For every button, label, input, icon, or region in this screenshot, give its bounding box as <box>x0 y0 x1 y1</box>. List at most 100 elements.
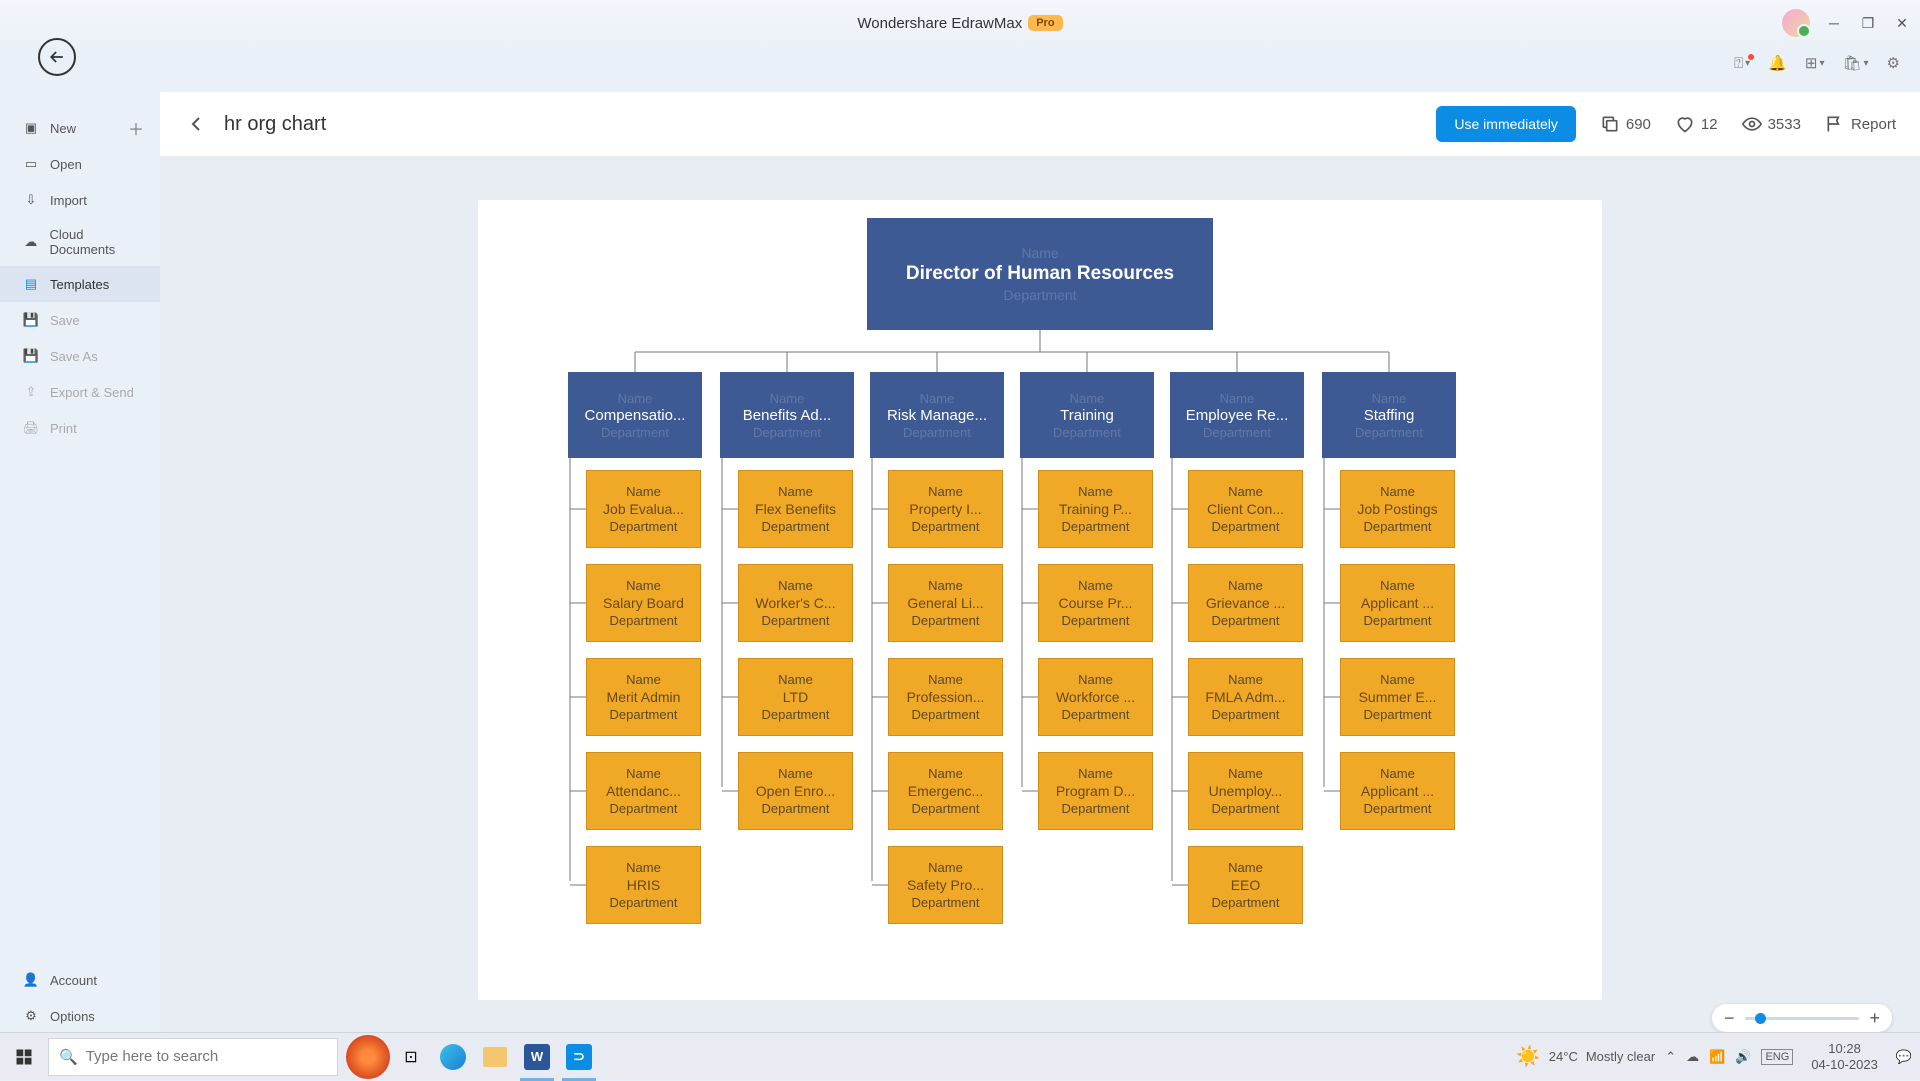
sidebar-item-saveas[interactable]: 💾 Save As <box>0 338 160 374</box>
canvas-area[interactable]: NameDirector of Human ResourcesDepartmen… <box>160 156 1920 1044</box>
apps-icon[interactable]: ⊞▾ <box>1805 54 1825 72</box>
close-button[interactable]: ✕ <box>1892 13 1912 33</box>
saveas-icon: 💾 <box>22 347 40 365</box>
sidebar-item-cloud[interactable]: ☁ Cloud Documents <box>0 218 160 266</box>
gear-icon[interactable]: ⚙ <box>1887 54 1900 72</box>
bell-icon[interactable]: 🔔 <box>1768 54 1787 72</box>
app-name: Wondershare EdrawMax <box>857 15 1022 32</box>
weather-widget[interactable]: ☀️ 24°C Mostly clear <box>1516 1044 1655 1069</box>
sidebar-item-label: Save <box>50 313 80 328</box>
sidebar-item-export[interactable]: ⇪ Export & Send <box>0 374 160 410</box>
org-node: NameSalary BoardDepartment <box>586 564 701 642</box>
start-button[interactable] <box>0 1033 48 1081</box>
sidebar-item-label: Print <box>50 421 77 436</box>
taskbar-search[interactable]: 🔍 Type here to search <box>48 1038 338 1076</box>
org-node: NameHRISDepartment <box>586 846 701 924</box>
likes-stat[interactable]: 12 <box>1675 114 1718 134</box>
header-back-button[interactable] <box>184 112 208 136</box>
user-icon: 👤 <box>22 971 40 989</box>
avatar[interactable] <box>1782 9 1810 37</box>
tray-onedrive-icon[interactable]: ☁ <box>1686 1049 1699 1065</box>
org-column-header: NameTrainingDepartment <box>1020 372 1154 458</box>
taskbar-edge[interactable] <box>432 1033 474 1081</box>
sidebar-item-label: Templates <box>50 277 109 292</box>
folder-icon: ▭ <box>22 155 40 173</box>
maximize-button[interactable]: ❐ <box>1858 13 1878 33</box>
clock-time: 10:28 <box>1811 1041 1878 1057</box>
org-node: NameFlex BenefitsDepartment <box>738 470 853 548</box>
gear-icon: ⚙ <box>22 1007 40 1025</box>
org-top-node: NameDirector of Human ResourcesDepartmen… <box>867 218 1213 330</box>
minimize-button[interactable]: ─ <box>1824 13 1844 33</box>
sidebar-item-print[interactable]: 🖨 Print <box>0 410 160 446</box>
taskbar: 🔍 Type here to search ⊡ W ⊃ ☀️ 24°C Most… <box>0 1032 1920 1080</box>
org-node: NameEEODepartment <box>1188 846 1303 924</box>
eye-icon <box>1742 114 1762 134</box>
taskbar-word[interactable]: W <box>516 1033 558 1081</box>
tray-wifi-icon[interactable]: 📶 <box>1709 1049 1725 1065</box>
sidebar-item-label: Export & Send <box>50 385 134 400</box>
task-view-button[interactable]: ⊡ <box>390 1033 432 1081</box>
org-node: NameSafety Pro...Department <box>888 846 1003 924</box>
sidebar-item-save[interactable]: 💾 Save <box>0 302 160 338</box>
pro-badge: Pro <box>1028 15 1062 31</box>
org-node: NameSummer E...Department <box>1340 658 1455 736</box>
sidebar-item-account[interactable]: 👤 Account <box>0 962 160 998</box>
zoom-slider[interactable] <box>1745 1017 1860 1020</box>
org-node: NameEmergenc...Department <box>888 752 1003 830</box>
sidebar-item-options[interactable]: ⚙ Options <box>0 998 160 1034</box>
zoom-in-button[interactable]: + <box>1869 1008 1880 1029</box>
content-header: hr org chart Use immediately 690 12 3533… <box>160 92 1920 156</box>
heart-icon <box>1675 114 1695 134</box>
weather-temp: 24°C <box>1549 1049 1578 1064</box>
cloud-icon: ☁ <box>22 233 40 251</box>
sidebar-item-label: Open <box>50 157 82 172</box>
sidebar-item-open[interactable]: ▭ Open <box>0 146 160 182</box>
use-immediately-button[interactable]: Use immediately <box>1436 106 1575 142</box>
sidebar-item-new[interactable]: ▣ New ＋ <box>0 110 160 146</box>
org-column-header: NameBenefits Ad...Department <box>720 372 854 458</box>
org-column-header: NameCompensatio...Department <box>568 372 702 458</box>
org-node: NameMerit AdminDepartment <box>586 658 701 736</box>
zoom-control[interactable]: − + <box>1712 1004 1892 1032</box>
copies-stat[interactable]: 690 <box>1600 114 1651 134</box>
plus-icon[interactable]: ＋ <box>128 116 144 140</box>
cart-icon[interactable]: 🛍▾ <box>1842 54 1868 72</box>
report-button[interactable]: Report <box>1825 114 1896 134</box>
taskbar-clock[interactable]: 10:28 04-10-2023 <box>1811 1041 1878 1072</box>
org-node: NameProperty I...Department <box>888 470 1003 548</box>
org-node: NameProfession...Department <box>888 658 1003 736</box>
taskbar-explorer[interactable] <box>474 1033 516 1081</box>
windows-icon <box>15 1048 33 1066</box>
sidebar-item-templates[interactable]: ▤ Templates <box>0 266 160 302</box>
save-icon: 💾 <box>22 311 40 329</box>
print-icon: 🖨 <box>22 419 40 437</box>
sidebar-item-label: Account <box>50 973 97 988</box>
template-icon: ▤ <box>22 275 40 293</box>
tray-volume-icon[interactable]: 🔊 <box>1735 1049 1751 1065</box>
org-node: NameJob PostingsDepartment <box>1340 470 1455 548</box>
page-title: hr org chart <box>224 113 326 136</box>
views-stat[interactable]: 3533 <box>1742 114 1801 134</box>
search-icon: 🔍 <box>59 1048 78 1066</box>
tray-chevron-icon[interactable]: ⌃ <box>1665 1049 1676 1065</box>
stat-value: 12 <box>1701 116 1718 133</box>
search-placeholder: Type here to search <box>86 1048 219 1065</box>
weather-desc: Mostly clear <box>1586 1049 1655 1064</box>
flag-icon <box>1825 114 1845 134</box>
search-highlight-icon[interactable] <box>346 1035 390 1079</box>
plus-square-icon: ▣ <box>22 119 40 137</box>
back-button[interactable] <box>38 38 76 76</box>
zoom-out-button[interactable]: − <box>1724 1008 1735 1029</box>
tray-notifications-icon[interactable]: 💬 <box>1896 1049 1912 1065</box>
copy-icon <box>1600 114 1620 134</box>
taskbar-edrawmax[interactable]: ⊃ <box>558 1033 600 1081</box>
org-node: NameGeneral Li...Department <box>888 564 1003 642</box>
tray-language-icon[interactable]: ENG <box>1761 1049 1793 1065</box>
org-node: NameGrievance ...Department <box>1188 564 1303 642</box>
org-column-header: NameStaffingDepartment <box>1322 372 1456 458</box>
sidebar-item-import[interactable]: ⇩ Import <box>0 182 160 218</box>
sidebar-item-label: Cloud Documents <box>50 227 151 257</box>
org-node: NameTraining P...Department <box>1038 470 1153 548</box>
help-icon[interactable]: ⍰▾ <box>1734 55 1750 72</box>
